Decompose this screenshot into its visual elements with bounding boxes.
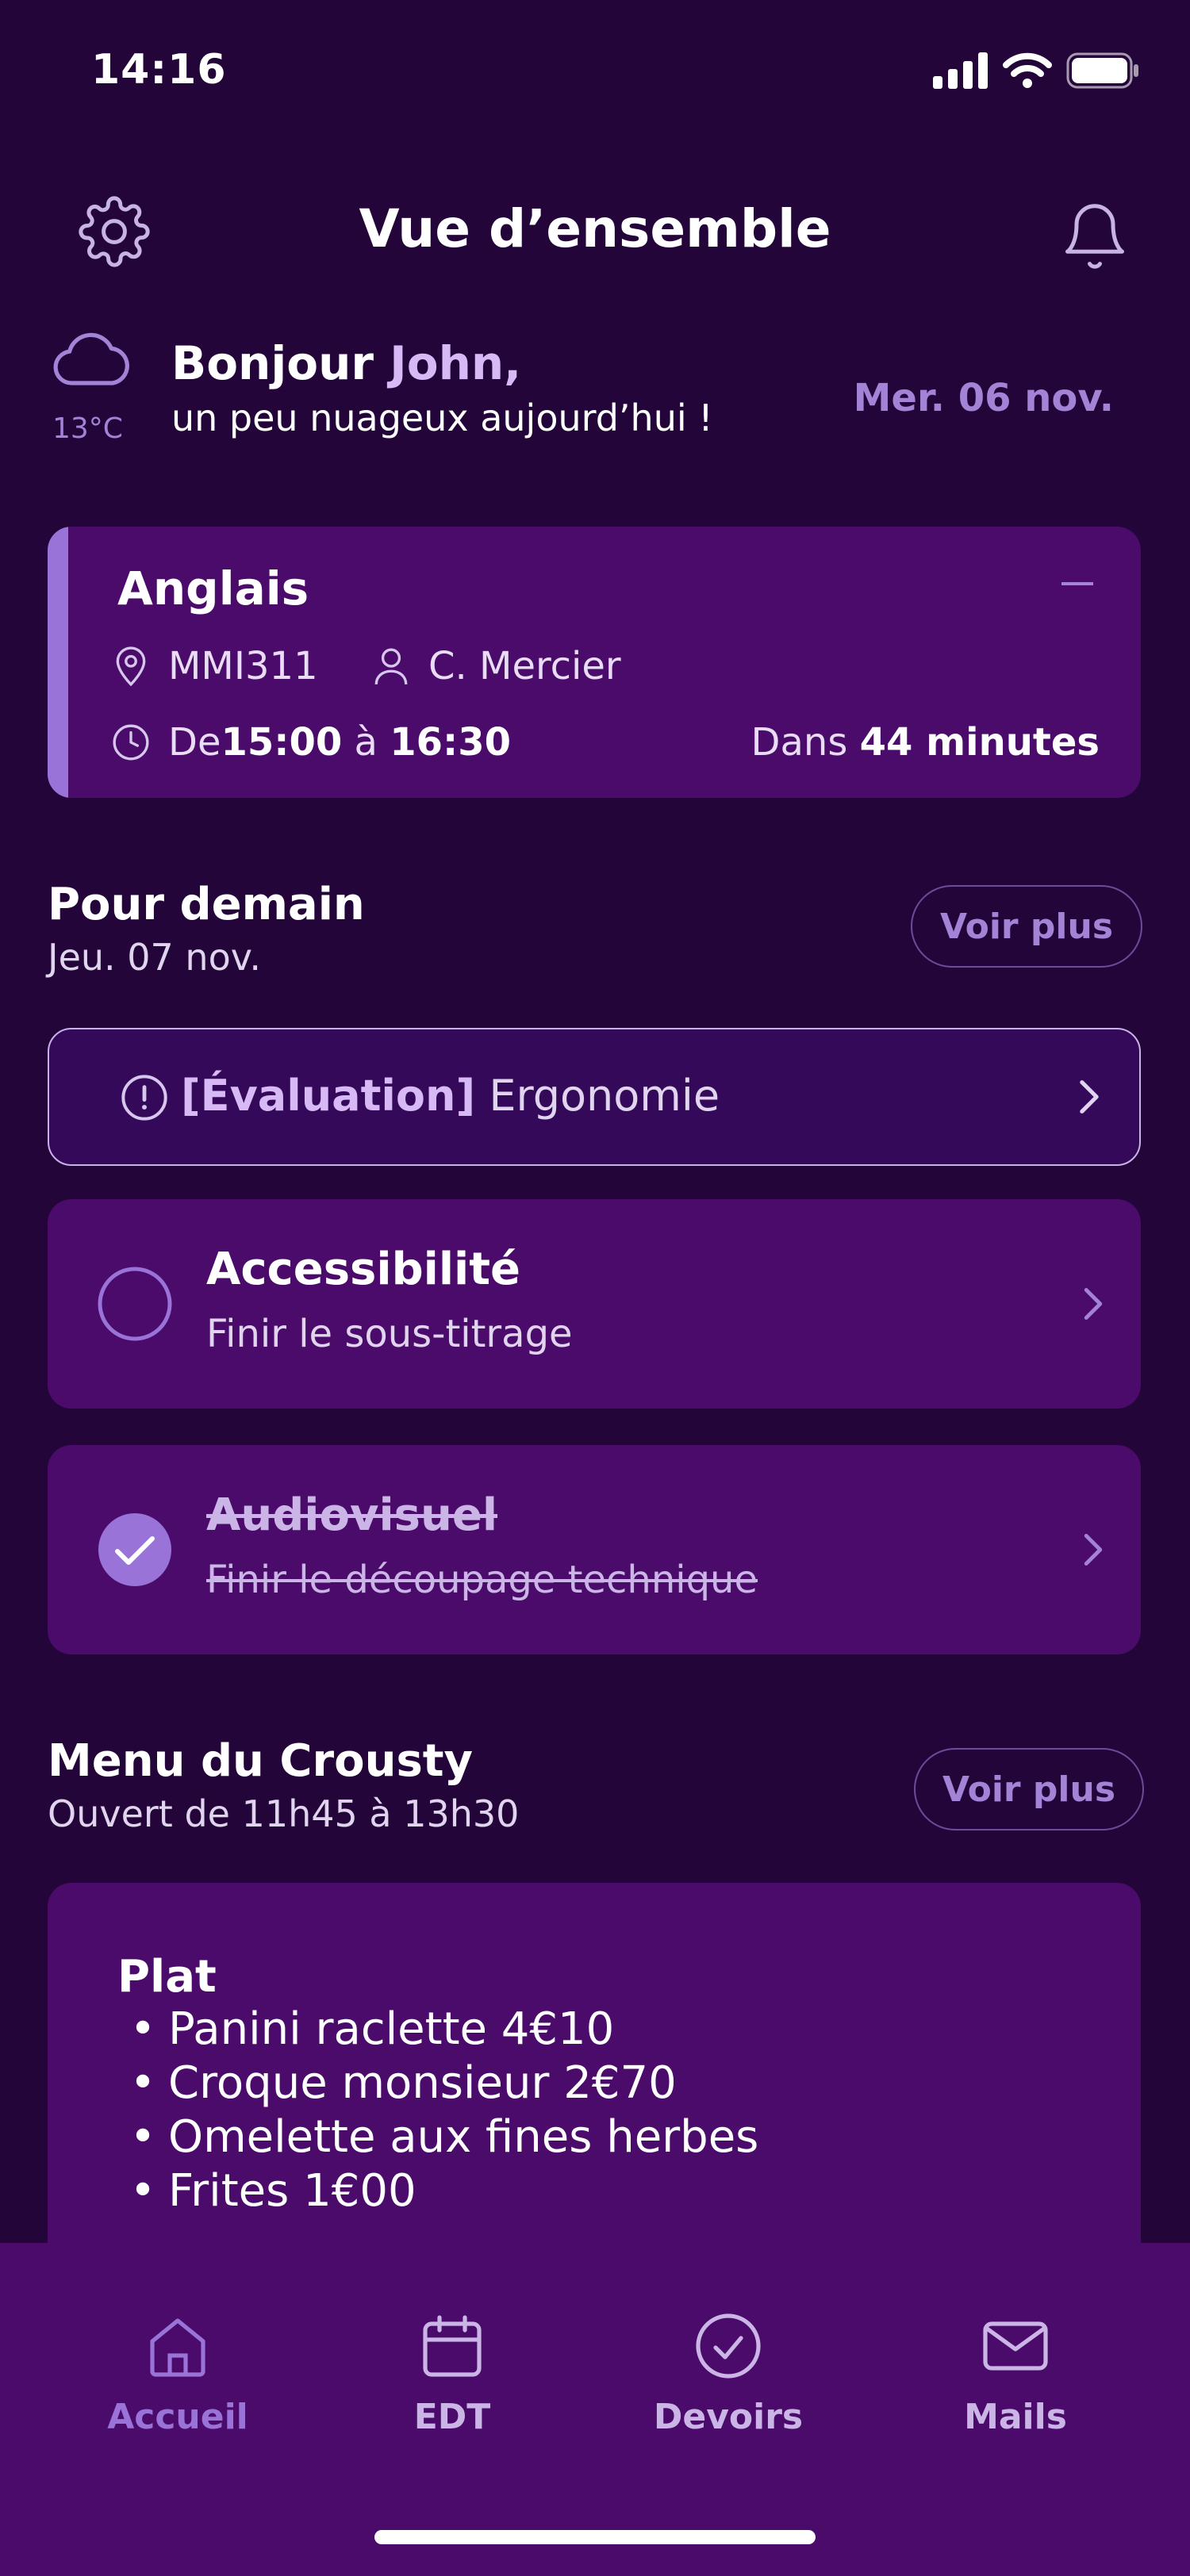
evaluation-label: [Évaluation] Ergonomie <box>181 1071 720 1121</box>
class-accent-bar <box>48 527 68 798</box>
tab-mails[interactable]: Mails <box>928 2308 1103 2437</box>
tab-label: EDT <box>413 2397 491 2437</box>
menu-item: Omelette aux fines herbes <box>117 2110 758 2164</box>
page-title: Vue d’ensemble <box>359 198 831 259</box>
status-icons <box>933 52 1139 89</box>
unchecked-circle-icon[interactable] <box>97 1266 173 1342</box>
class-teacher-label: C. Mercier <box>428 644 621 688</box>
wifi-icon <box>1003 52 1052 88</box>
menu-item: Frites 1€00 <box>117 2164 758 2218</box>
task-detail: Finir le découpage technique <box>206 1558 758 1602</box>
task-title: Accessibilité <box>206 1244 520 1295</box>
chevron-right-icon <box>1084 1287 1103 1321</box>
chevron-right-icon <box>1080 1080 1099 1114</box>
temperature: 13°C <box>52 412 123 445</box>
current-class-card[interactable]: Anglais MMI311 C. Mercier De 15:00 à 16:… <box>48 527 1141 798</box>
tab-label: Mails <box>964 2397 1067 2437</box>
greeting-hello: Bonjour <box>171 336 390 390</box>
home-icon <box>150 2318 205 2377</box>
menu-title: Menu du Crousty <box>48 1735 474 1787</box>
menu-list: Panini raclette 4€10 Croque monsieur 2€7… <box>117 2002 758 2218</box>
task-detail: Finir le sous-titrage <box>206 1312 573 1356</box>
tab-label: Devoirs <box>653 2397 804 2437</box>
tab-accueil[interactable]: Accueil <box>90 2308 265 2437</box>
class-time-from: De <box>168 720 221 765</box>
countdown-prefix: Dans <box>750 720 860 765</box>
battery-icon <box>1066 52 1138 89</box>
evaluation-card[interactable]: [Évaluation] Ergonomie <box>48 1028 1141 1166</box>
mail-icon <box>983 2321 1048 2371</box>
cloud-icon <box>53 332 129 385</box>
menu-more-button[interactable]: Voir plus <box>914 1748 1144 1830</box>
class-start: 15:00 <box>221 720 343 765</box>
evaluation-tag: [Évaluation] <box>181 1071 476 1121</box>
class-time-to: à <box>342 720 390 765</box>
location-pin-icon <box>116 646 146 687</box>
class-teacher: C. Mercier <box>371 644 621 688</box>
class-title: Anglais <box>117 562 309 615</box>
countdown-value: 44 minutes <box>859 720 1100 765</box>
menu-item: Panini raclette 4€10 <box>117 2002 758 2056</box>
tomorrow-more-button[interactable]: Voir plus <box>911 885 1142 968</box>
check-circle-icon <box>696 2313 761 2379</box>
class-countdown: Dans 44 minutes <box>751 720 1100 765</box>
class-room: MMI311 <box>111 644 318 688</box>
cellular-signal-icon <box>933 52 988 89</box>
bell-icon[interactable] <box>1058 200 1131 276</box>
clock-icon <box>113 724 149 761</box>
person-icon <box>374 648 408 685</box>
greeting-subtitle: un peu nuageux aujourd’hui ! <box>171 397 713 439</box>
current-date: Mer. 06 nov. <box>853 376 1114 420</box>
class-end: 16:30 <box>390 720 512 765</box>
menu-section-title: Plat <box>117 1951 217 2003</box>
greeting-title: Bonjour John, <box>171 336 521 390</box>
chevron-right-icon <box>1084 1533 1103 1566</box>
task-card[interactable]: Accessibilité Finir le sous-titrage <box>48 1199 1141 1409</box>
collapse-icon[interactable] <box>1061 582 1093 585</box>
menu-hours: Ouvert de 11h45 à 13h30 <box>48 1792 520 1835</box>
tomorrow-date: Jeu. 07 nov. <box>48 936 261 979</box>
checked-circle-icon[interactable] <box>97 1512 173 1588</box>
task-card[interactable]: Audiovisuel Finir le découpage technique <box>48 1445 1141 1654</box>
alert-circle-icon <box>121 1075 167 1121</box>
status-time: 14:16 <box>91 46 227 94</box>
evaluation-subject: Ergonomie <box>475 1071 720 1121</box>
task-title: Audiovisuel <box>206 1489 498 1541</box>
tomorrow-title: Pour demain <box>48 879 365 930</box>
tab-label: Accueil <box>107 2397 248 2437</box>
class-time: De 15:00 à 16:30 <box>111 720 511 765</box>
tab-edt[interactable]: EDT <box>365 2308 539 2437</box>
class-room-label: MMI311 <box>168 644 318 688</box>
user-name: John, <box>390 336 522 390</box>
home-indicator <box>374 2530 816 2544</box>
menu-item: Croque monsieur 2€70 <box>117 2056 758 2110</box>
calendar-icon <box>423 2315 482 2377</box>
tab-devoirs[interactable]: Devoirs <box>641 2308 816 2437</box>
